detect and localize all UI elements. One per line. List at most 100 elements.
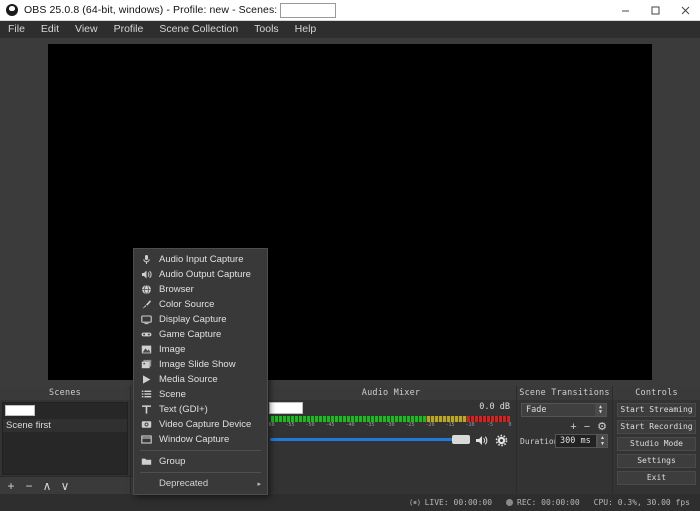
audio-mixer-panel: Audio Mixer 0.0 dB -60-55-50-45-40-35-30… xyxy=(266,386,516,494)
studio-mode-button[interactable]: Studio Mode xyxy=(617,437,696,451)
transition-selected-label: Fade xyxy=(526,405,546,415)
db-tick-label: -55 xyxy=(285,422,294,428)
scene-collection-editbox[interactable] xyxy=(280,3,336,18)
context-menu-label: Image Slide Show xyxy=(159,359,236,370)
context-menu-item-image[interactable]: Image xyxy=(134,342,267,357)
context-menu-item-audio-input-capture[interactable]: Audio Input Capture xyxy=(134,252,267,267)
context-menu-item-deprecated[interactable]: Deprecated ▸ xyxy=(134,476,267,491)
menu-item-file[interactable]: File xyxy=(0,21,33,38)
context-menu-item-browser[interactable]: Browser xyxy=(134,282,267,297)
minimize-button[interactable] xyxy=(610,0,640,21)
rec-status-group: REC: 00:00:00 xyxy=(506,498,580,507)
scene-transitions-body: Fade ▲▼ + − ⚙ Duration 300 ms ▲ ▼ xyxy=(517,400,612,494)
db-tick-label: -45 xyxy=(325,422,334,428)
microphone-icon xyxy=(140,253,153,266)
live-status-group: LIVE: 00:00:00 xyxy=(409,498,492,507)
db-tick-label: -10 xyxy=(465,422,474,428)
dock-row: Scenes Scene first + − ∧ ∨ Sources xyxy=(0,386,700,494)
play-icon xyxy=(140,373,153,386)
audio-db-scale: -60-55-50-45-40-35-30-25-20-15-10-50 xyxy=(270,422,510,431)
context-menu-item-group[interactable]: Group xyxy=(134,454,267,469)
start-recording-button[interactable]: Start Recording xyxy=(617,420,696,434)
transition-select[interactable]: Fade ▲▼ xyxy=(521,403,607,417)
transition-settings-gear-icon[interactable]: ⚙ xyxy=(597,420,607,433)
gear-icon[interactable] xyxy=(494,433,508,447)
context-menu-item-video-capture-device[interactable]: Video Capture Device xyxy=(134,417,267,432)
audio-db-value: 0.0 dB xyxy=(479,402,510,412)
scenes-list[interactable]: Scene first xyxy=(2,402,128,475)
start-streaming-button[interactable]: Start Streaming xyxy=(617,403,696,417)
menu-item-edit[interactable]: Edit xyxy=(33,21,67,38)
menu-bar: File Edit View Profile Scene Collection … xyxy=(0,21,700,38)
controls-panel-title: Controls xyxy=(613,386,700,400)
window-icon xyxy=(140,433,153,446)
settings-button[interactable]: Settings xyxy=(617,454,696,468)
close-button[interactable] xyxy=(670,0,700,21)
context-menu-label: Audio Output Capture xyxy=(159,269,251,280)
preview-area[interactable] xyxy=(0,38,700,386)
context-menu-item-color-source[interactable]: Color Source xyxy=(134,297,267,312)
remove-transition-button[interactable]: − xyxy=(584,421,590,433)
context-menu-item-window-capture[interactable]: Window Capture xyxy=(134,432,267,447)
duration-input[interactable]: 300 ms xyxy=(555,434,597,448)
speaker-icon[interactable] xyxy=(474,433,488,447)
monitor-icon xyxy=(140,313,153,326)
context-menu-label: Window Capture xyxy=(159,434,229,445)
add-transition-button[interactable]: + xyxy=(570,421,576,433)
context-menu-label: Deprecated xyxy=(159,478,208,489)
speaker-icon xyxy=(140,268,153,281)
volume-slider-track[interactable] xyxy=(270,438,456,441)
add-scene-button[interactable]: + xyxy=(3,478,19,494)
transition-buttons: + − ⚙ xyxy=(570,420,607,433)
controls-body: Start Streaming Start Recording Studio M… xyxy=(613,400,700,494)
gamepad-icon xyxy=(140,328,153,341)
context-menu-item-display-capture[interactable]: Display Capture xyxy=(134,312,267,327)
context-menu-item-media-source[interactable]: Media Source xyxy=(134,372,267,387)
context-menu-item-audio-output-capture[interactable]: Audio Output Capture xyxy=(134,267,267,282)
image-icon xyxy=(140,343,153,356)
db-tick-label: -40 xyxy=(345,422,354,428)
spinner-down-icon[interactable]: ▼ xyxy=(600,441,605,447)
context-menu-label: Audio Input Capture xyxy=(159,254,244,265)
db-tick-label: 0 xyxy=(508,422,511,428)
menu-item-profile[interactable]: Profile xyxy=(106,21,152,38)
move-scene-up-button[interactable]: ∧ xyxy=(39,478,55,494)
live-time-text: LIVE: 00:00:00 xyxy=(425,498,492,507)
exit-button[interactable]: Exit xyxy=(617,471,696,485)
slideshow-icon xyxy=(140,358,153,371)
context-menu-label: Video Capture Device xyxy=(159,419,251,430)
db-tick-label: -20 xyxy=(425,422,434,428)
remove-scene-button[interactable]: − xyxy=(21,478,37,494)
context-menu-item-scene[interactable]: Scene xyxy=(134,387,267,402)
menu-item-view[interactable]: View xyxy=(67,21,106,38)
audio-source-name-editbox[interactable] xyxy=(269,402,303,414)
db-tick-label: -30 xyxy=(385,422,394,428)
duration-spinner[interactable]: ▲ ▼ xyxy=(597,434,608,448)
context-menu-label: Browser xyxy=(159,284,194,295)
context-menu-item-game-capture[interactable]: Game Capture xyxy=(134,327,267,342)
db-tick-label: -50 xyxy=(305,422,314,428)
controls-panel: Controls Start Streaming Start Recording… xyxy=(613,386,700,494)
scene-rename-editbox[interactable] xyxy=(5,405,35,416)
text-icon xyxy=(140,403,153,416)
context-menu-item-image-slide-show[interactable]: Image Slide Show xyxy=(134,357,267,372)
audio-mixer-panel-title: Audio Mixer xyxy=(266,386,516,400)
menu-item-help[interactable]: Help xyxy=(287,21,325,38)
chevron-right-icon: ▸ xyxy=(257,480,261,488)
menu-item-tools[interactable]: Tools xyxy=(246,21,287,38)
cpu-fps-text: CPU: 0.3%, 30.00 fps xyxy=(594,498,690,507)
brush-icon xyxy=(140,298,153,311)
menu-item-scene-collection[interactable]: Scene Collection xyxy=(151,21,246,38)
volume-slider-handle[interactable] xyxy=(452,435,470,444)
context-menu-item-text-gdi[interactable]: Text (GDI+) xyxy=(134,402,267,417)
scene-list-item[interactable]: Scene first xyxy=(3,419,127,432)
audio-mixer-body: 0.0 dB -60-55-50-45-40-35-30-25-20-15-10… xyxy=(266,400,516,494)
context-menu-separator xyxy=(140,450,261,451)
add-source-context-menu[interactable]: Audio Input Capture Audio Output Capture xyxy=(133,248,268,495)
scenes-toolbar: + − ∧ ∨ xyxy=(0,476,130,494)
scene-transitions-panel-title: Scene Transitions xyxy=(517,386,612,400)
chevron-updown-icon[interactable]: ▲▼ xyxy=(595,404,606,416)
list-icon xyxy=(140,388,153,401)
move-scene-down-button[interactable]: ∨ xyxy=(57,478,73,494)
maximize-button[interactable] xyxy=(640,0,670,21)
